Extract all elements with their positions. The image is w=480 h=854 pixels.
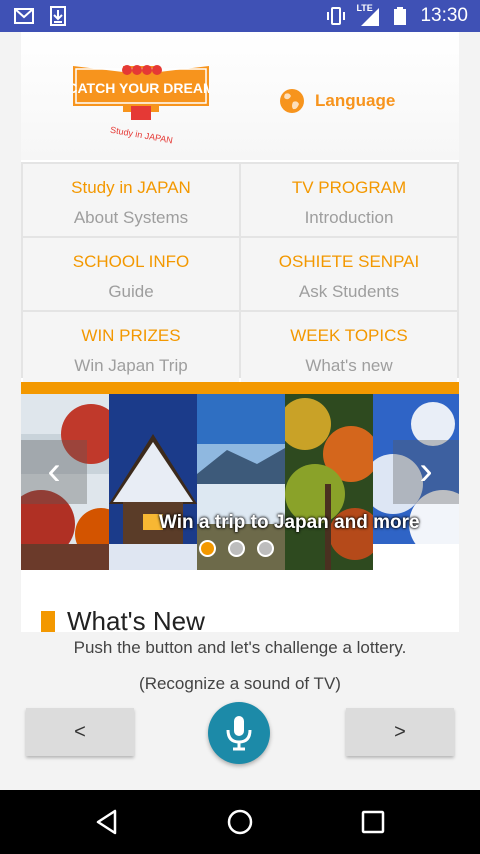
carousel-indicators xyxy=(199,540,274,557)
vibrate-icon xyxy=(327,7,346,25)
carousel-dot[interactable] xyxy=(199,540,216,557)
menu-win-prizes[interactable]: WIN PRIZES Win Japan Trip xyxy=(23,312,239,384)
menu-title: Study in JAPAN xyxy=(71,178,191,197)
menu-title: OSHIETE SENPAI xyxy=(278,252,420,271)
recents-icon[interactable] xyxy=(359,808,387,836)
clock: 13:30 xyxy=(420,5,468,26)
logo-subtext: Study in JAPAN xyxy=(109,125,173,146)
image-carousel[interactable]: ‹ › Win a trip to Japan and more xyxy=(21,394,459,570)
carousel-dot[interactable] xyxy=(257,540,274,557)
menu-subtitle: What's new xyxy=(305,356,393,375)
signal-icon xyxy=(361,8,380,26)
menu-grid: Study in JAPAN About Systems TV PROGRAM … xyxy=(21,162,459,384)
microphone-button[interactable] xyxy=(208,702,270,764)
back-icon[interactable] xyxy=(93,808,121,836)
accent-divider xyxy=(21,382,459,394)
status-bar: LTE 13:30 xyxy=(0,0,480,32)
menu-subtitle: Win Japan Trip xyxy=(74,356,188,375)
microphone-icon xyxy=(226,716,252,751)
menu-tv-program[interactable]: TV PROGRAM Introduction xyxy=(241,164,457,236)
carousel-caption: Win a trip to Japan and more xyxy=(159,512,420,533)
next-button[interactable]: > xyxy=(346,708,454,756)
chevron-right-icon: › xyxy=(419,449,433,493)
menu-subtitle: About Systems xyxy=(73,208,189,227)
main-content: CATCH YOUR DREAM Study in JAPAN Language… xyxy=(21,32,459,632)
globe-icon xyxy=(280,89,304,113)
slide-image-snow-house xyxy=(109,394,197,570)
menu-study-in-japan[interactable]: Study in JAPAN About Systems xyxy=(23,164,239,236)
menu-subtitle: Ask Students xyxy=(298,282,400,301)
system-nav-bar xyxy=(0,790,480,854)
menu-title: WEEK TOPICS xyxy=(290,326,408,345)
header: CATCH YOUR DREAM Study in JAPAN Language xyxy=(21,32,459,160)
whats-new-title: What's New xyxy=(67,606,205,632)
previous-button[interactable]: < xyxy=(26,708,134,756)
download-icon xyxy=(50,6,66,26)
chevron-left-icon: ‹ xyxy=(47,449,61,493)
lottery-panel: Push the button and let's challenge a lo… xyxy=(0,632,480,790)
menu-oshiete-senpai[interactable]: OSHIETE SENPAI Ask Students xyxy=(241,238,457,310)
battery-icon xyxy=(394,7,407,25)
language-label: Language xyxy=(315,91,396,110)
slide-image-autumn-forest xyxy=(285,394,373,570)
catch-your-dream-logo[interactable]: CATCH YOUR DREAM Study in JAPAN xyxy=(73,62,209,152)
home-icon[interactable] xyxy=(226,808,254,836)
carousel-next-button[interactable]: › xyxy=(393,440,459,504)
section-marker xyxy=(41,610,55,632)
menu-title: WIN PRIZES xyxy=(81,326,181,345)
app-page: CATCH YOUR DREAM Study in JAPAN Language… xyxy=(0,32,480,790)
menu-title: SCHOOL INFO xyxy=(72,252,190,271)
menu-subtitle: Introduction xyxy=(304,208,394,227)
gmail-icon xyxy=(14,8,34,24)
carousel-dot[interactable] xyxy=(228,540,245,557)
logo-text: CATCH YOUR DREAM xyxy=(73,80,209,96)
menu-school-info[interactable]: SCHOOL INFO Guide xyxy=(23,238,239,310)
language-button[interactable]: Language xyxy=(279,88,395,114)
menu-title: TV PROGRAM xyxy=(291,178,407,197)
whats-new-heading: What's New xyxy=(41,606,205,632)
menu-week-topics[interactable]: WEEK TOPICS What's new xyxy=(241,312,457,384)
lottery-subhint: (Recognize a sound of TV) xyxy=(139,674,341,693)
carousel-prev-button[interactable]: ‹ xyxy=(21,440,87,504)
lottery-hint: Push the button and let's challenge a lo… xyxy=(73,638,407,657)
menu-subtitle: Guide xyxy=(108,282,154,301)
